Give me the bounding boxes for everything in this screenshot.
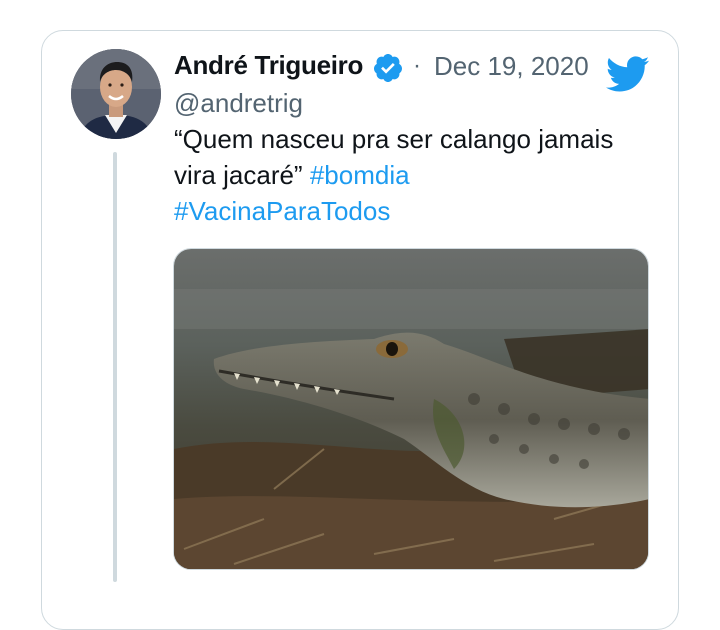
thread-line	[113, 152, 117, 582]
verified-badge-icon	[373, 54, 402, 82]
tweet-text-line2: vira jacaré”	[174, 160, 303, 190]
tweet-text: “Quem nasceu pra ser calango jamais vira…	[174, 121, 664, 229]
hashtag-vacinaparatodos[interactable]: #VacinaParaTodos	[174, 196, 390, 226]
twitter-bird-icon[interactable]	[604, 55, 650, 93]
hashtag-bomdia[interactable]: #bomdia	[310, 160, 410, 190]
tweet-text-line1: “Quem nasceu pra ser calango jamais	[174, 124, 614, 154]
tweet-image[interactable]	[173, 248, 649, 570]
author-name[interactable]: André Trigueiro	[174, 50, 363, 81]
caiman-photo	[174, 249, 648, 569]
separator-dot: ·	[413, 52, 421, 79]
avatar[interactable]	[71, 49, 161, 139]
author-handle[interactable]: @andretrig	[174, 88, 303, 119]
tweet-date[interactable]: Dec 19, 2020	[434, 51, 589, 82]
